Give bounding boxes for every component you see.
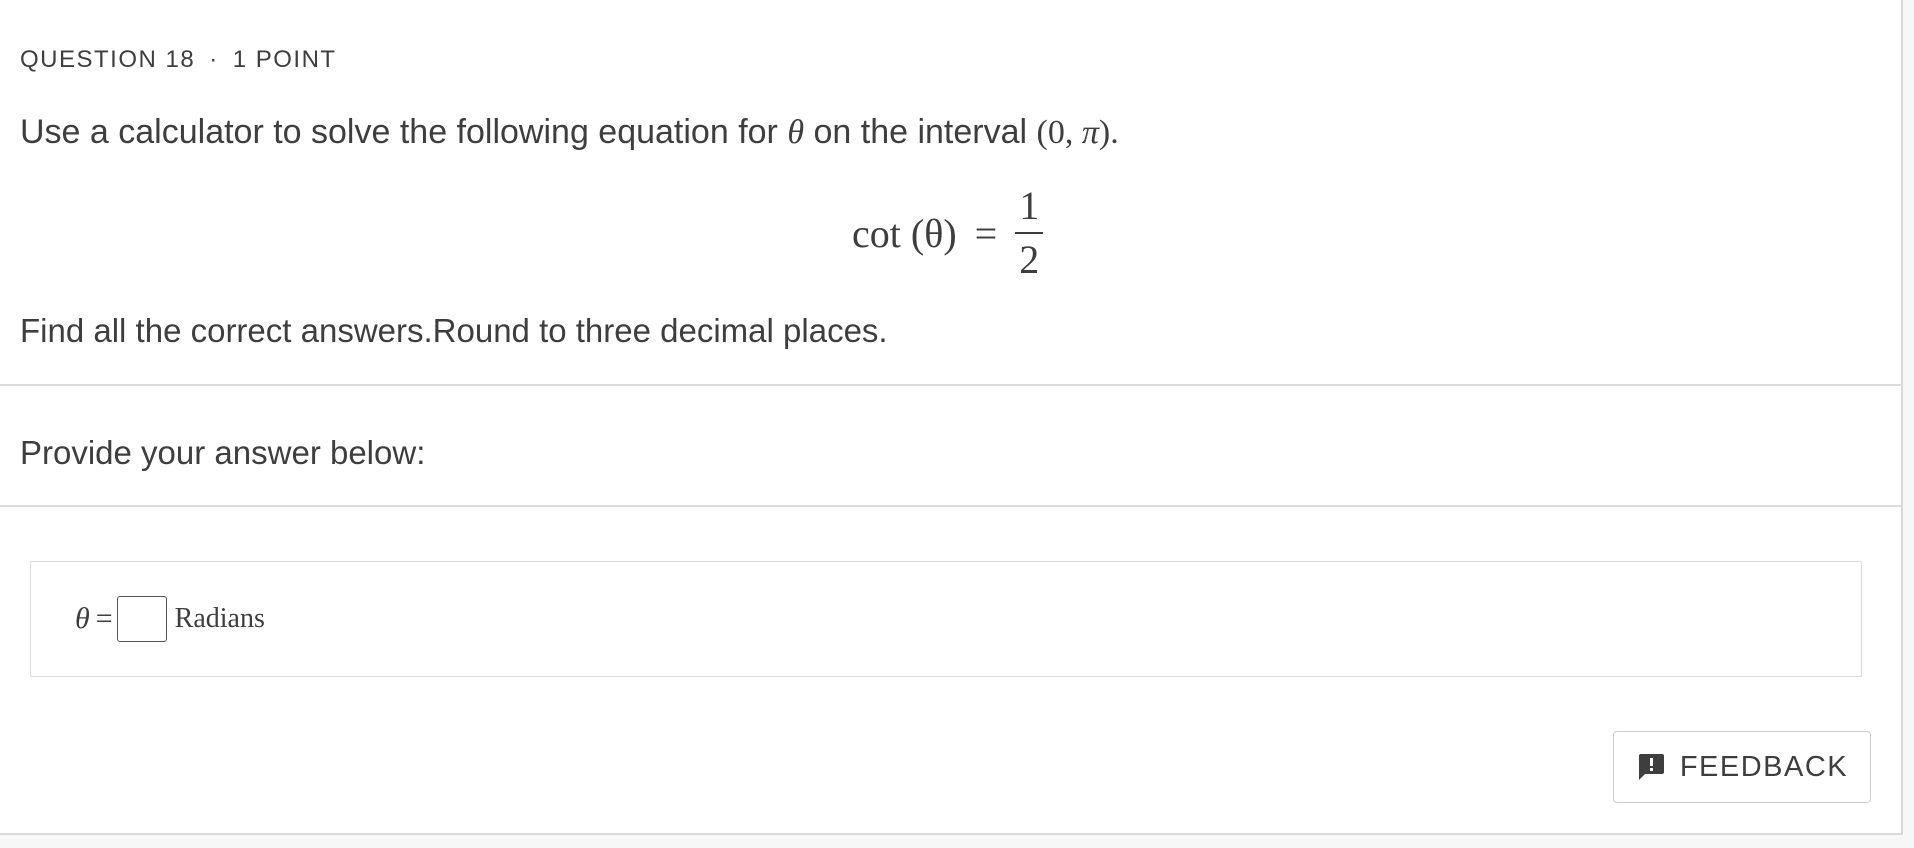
prompt-interval-close: ). (1098, 114, 1119, 151)
answer-equals: = (95, 602, 113, 635)
question-header: QUESTION 18 · 1 POINT (20, 46, 337, 74)
equation-lhs: cot (θ) (852, 210, 957, 256)
equation: cot (θ) = 1 2 (852, 183, 1044, 282)
answer-heading: Provide your answer below: (20, 434, 426, 471)
question-prompt: Use a calculator to solve the following … (20, 113, 1119, 152)
question-card: QUESTION 18 · 1 POINT Use a calculator to … (0, 0, 1903, 835)
answer-input[interactable] (116, 596, 167, 642)
feedback-label: FEEDBACK (1679, 750, 1849, 783)
question-number: QUESTION 18 (20, 46, 196, 73)
prompt-middle: on the interval (804, 113, 1037, 151)
equation-fraction: 1 2 (1015, 183, 1044, 282)
prompt-interval-open: (0, (1036, 114, 1082, 151)
answer-row: θ = Radians (75, 596, 265, 642)
answer-unit: Radians (174, 603, 265, 634)
prompt-variable: θ (787, 114, 805, 151)
feedback-button[interactable]: FEEDBACK (1613, 731, 1871, 803)
section-divider (0, 384, 1903, 386)
answer-variable: θ (75, 602, 90, 635)
question-instructions: Find all the correct answers.Round to th… (20, 312, 888, 349)
fraction-numerator: 1 (1019, 183, 1040, 228)
equation-equals: = (974, 210, 998, 256)
prompt-interval-pi: π (1081, 114, 1099, 151)
question-points: 1 POINT (232, 46, 337, 73)
fraction-denominator: 2 (1019, 237, 1040, 282)
header-separator: · (209, 46, 219, 73)
prompt-prefix: Use a calculator to solve the following … (20, 113, 788, 151)
answer-box: θ = Radians (30, 561, 1862, 677)
section-divider (0, 505, 1903, 507)
feedback-alert-icon (1636, 752, 1666, 782)
